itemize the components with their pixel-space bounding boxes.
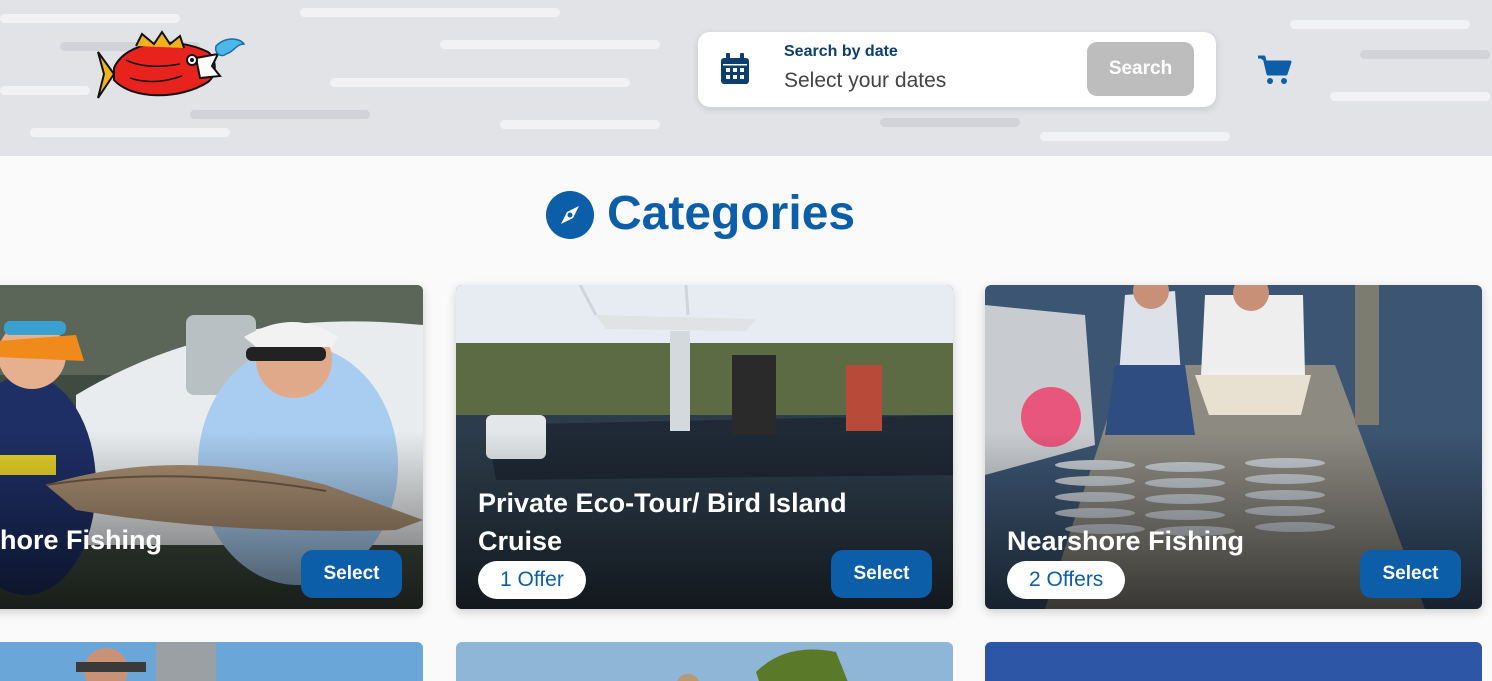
category-card-partial[interactable] — [456, 642, 953, 681]
category-card-nearshore[interactable]: Nearshore Fishing 2 Offers Select — [985, 285, 1482, 609]
fish-logo-icon[interactable] — [96, 30, 251, 108]
select-button[interactable]: Select — [301, 550, 402, 598]
date-input[interactable]: Select your dates — [784, 69, 946, 93]
category-card-inshore[interactable]: hore Fishing ffers Select — [0, 285, 423, 609]
category-card-partial[interactable] — [985, 642, 1482, 681]
page-title: Categories — [607, 187, 856, 240]
offer-count-badge: 2 Offers — [1007, 561, 1126, 599]
shopping-cart-icon[interactable] — [1256, 54, 1292, 86]
offer-count-badge: 1 Offer — [478, 561, 586, 599]
calendar-icon — [721, 53, 749, 84]
card-photo — [985, 642, 1482, 681]
date-search-box[interactable]: Search by date Select your dates Search — [698, 32, 1216, 107]
category-card-eco-tour[interactable]: Private Eco-Tour/ Bird Island Cruise 1 O… — [456, 285, 953, 609]
search-by-date-label: Search by date — [784, 43, 898, 60]
card-title: Private Eco-Tour/ Bird Island Cruise — [478, 488, 847, 556]
search-button[interactable]: Search — [1087, 42, 1194, 96]
card-photo — [456, 642, 953, 681]
select-button[interactable]: Select — [1360, 550, 1461, 598]
category-card-partial[interactable] — [0, 642, 423, 681]
select-button[interactable]: Select — [831, 550, 932, 598]
compass-icon — [546, 191, 594, 239]
site-header: Search by date Select your dates Search — [0, 0, 1492, 156]
card-photo — [0, 642, 423, 681]
